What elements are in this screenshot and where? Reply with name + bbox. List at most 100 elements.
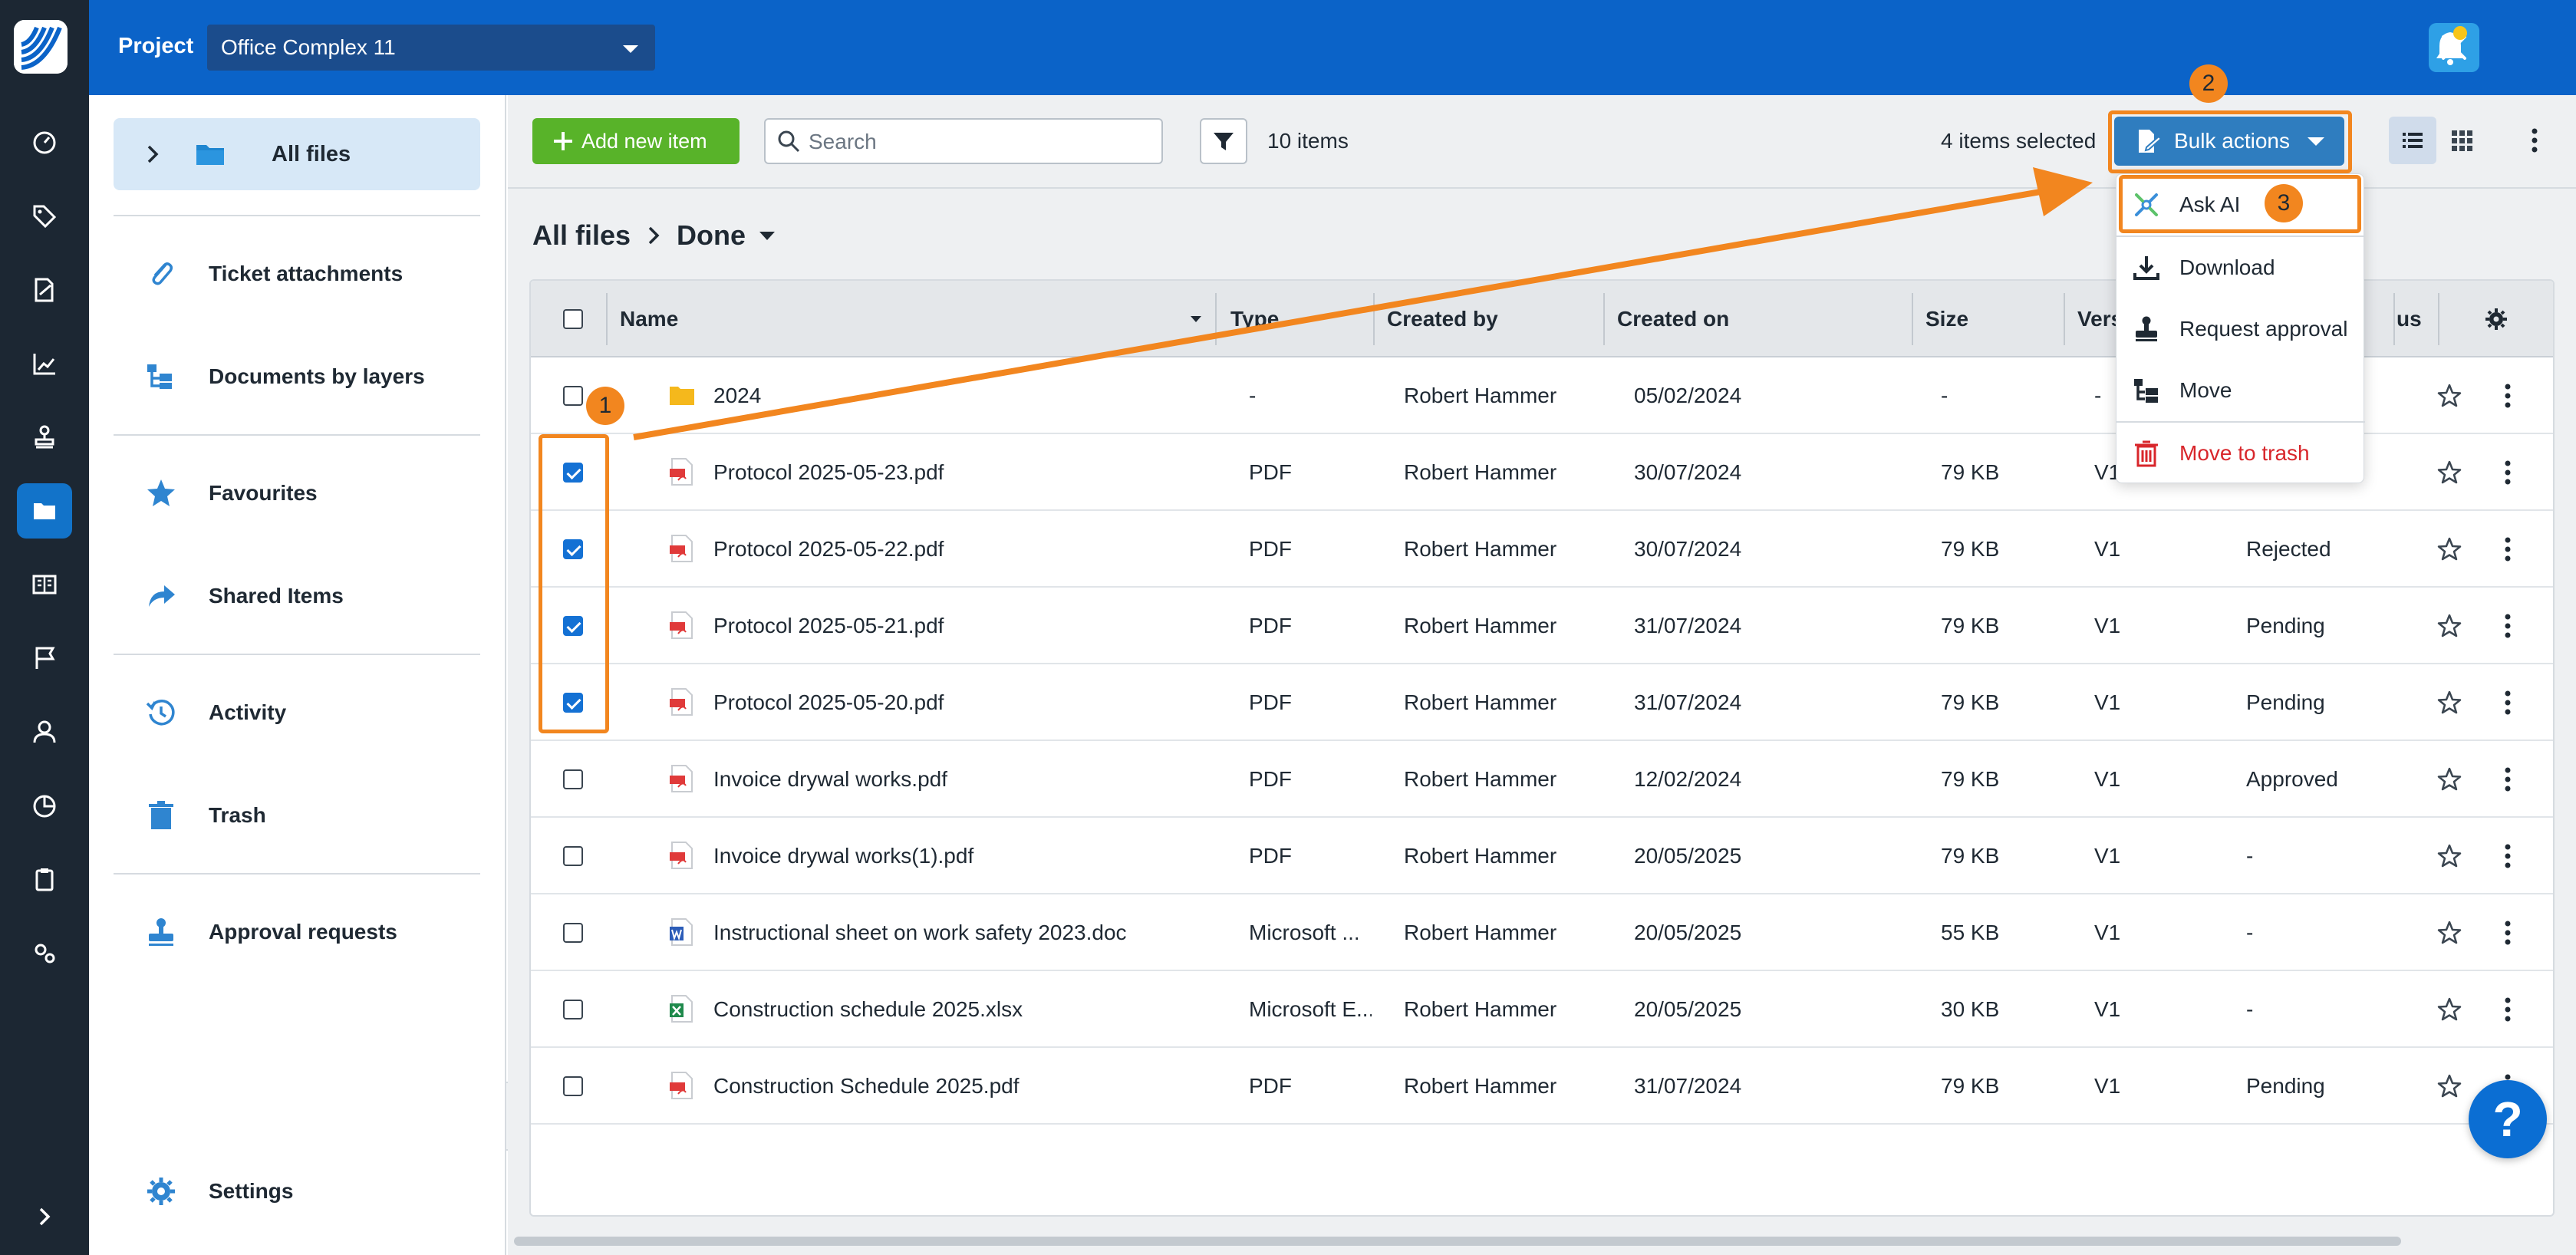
breadcrumb-current[interactable]: Done <box>677 219 746 252</box>
column-settings-gear-icon[interactable] <box>2484 307 2508 331</box>
row-more-options-icon[interactable] <box>2504 382 2512 410</box>
menu-item-move[interactable]: Move <box>2116 360 2365 421</box>
files-folder-icon[interactable] <box>17 483 72 539</box>
column-header-name[interactable]: Name <box>620 281 678 357</box>
cell-name[interactable]: Protocol 2025-05-23.pdf <box>713 434 1204 511</box>
cell-type: PDF <box>1249 690 1292 714</box>
sidebar-item-approval-requests[interactable]: Approval requests <box>114 896 480 968</box>
row-more-options-icon[interactable] <box>2504 689 2512 716</box>
search-box[interactable] <box>764 118 1163 164</box>
cell-name[interactable]: Protocol 2025-05-20.pdf <box>713 664 1204 741</box>
cell-version: V1 <box>2094 690 2121 714</box>
cell-name[interactable]: Protocol 2025-05-21.pdf <box>713 588 1204 664</box>
sidebar-item-trash[interactable]: Trash <box>114 779 480 851</box>
row-more-options-icon[interactable] <box>2504 919 2512 947</box>
grid-view-button[interactable] <box>2438 117 2485 164</box>
pie-chart-icon[interactable] <box>17 778 72 833</box>
user-icon[interactable] <box>17 704 72 759</box>
menu-item-request-approval[interactable]: Request approval <box>2116 298 2365 360</box>
cell-name[interactable]: Invoice drywal works(1).pdf <box>713 818 1204 894</box>
table-row[interactable]: Invoice drywal works.pdf PDF Robert Hammer… <box>531 741 2553 818</box>
menu-item-move-to-trash[interactable]: Move to trash <box>2116 423 2365 484</box>
cell-name[interactable]: Invoice drywal works.pdf <box>713 741 1204 818</box>
sidebar-item-all-files[interactable]: All files <box>114 118 480 190</box>
expand-rail-icon[interactable] <box>17 1189 72 1244</box>
sidebar-item-documents-by-layers[interactable]: Documents by layers <box>114 341 480 413</box>
row-checkbox[interactable] <box>563 923 583 943</box>
row-checkbox[interactable] <box>563 1076 583 1096</box>
more-options-button[interactable] <box>2519 117 2550 164</box>
breadcrumb-root[interactable]: All files <box>532 219 631 252</box>
table-row[interactable]: Instructional sheet on work safety 2023.… <box>531 894 2553 971</box>
favourite-star-icon[interactable] <box>2436 690 2462 716</box>
add-new-item-button[interactable]: Add new item <box>532 118 740 164</box>
sidebar-item-ticket-attachments[interactable]: Ticket attachments <box>114 238 480 310</box>
sidebar-item-activity[interactable]: Activity <box>114 677 480 749</box>
row-more-options-icon[interactable] <box>2504 996 2512 1023</box>
horizontal-scrollbar[interactable] <box>514 1237 2401 1246</box>
sidebar-item-shared-items[interactable]: Shared Items <box>114 560 480 632</box>
favourite-star-icon[interactable] <box>2436 460 2462 486</box>
help-button[interactable]: ? <box>2469 1080 2547 1158</box>
tag-icon[interactable] <box>17 189 72 244</box>
project-select[interactable]: Office Complex 11 <box>207 25 655 71</box>
select-all-checkbox[interactable] <box>563 309 583 329</box>
clipboard-icon[interactable] <box>17 851 72 907</box>
stamp-icon[interactable] <box>17 410 72 465</box>
favourite-star-icon[interactable] <box>2436 613 2462 639</box>
sort-desc-icon[interactable] <box>1191 316 1201 322</box>
favourite-star-icon[interactable] <box>2436 383 2462 409</box>
row-more-options-icon[interactable] <box>2504 842 2512 870</box>
filter-button[interactable] <box>1200 118 1247 164</box>
table-row[interactable]: Protocol 2025-05-22.pdf PDF Robert Hammer 3… <box>531 511 2553 588</box>
row-more-options-icon[interactable] <box>2504 459 2512 486</box>
sidebar-item-settings[interactable]: Settings <box>114 1155 480 1227</box>
favourite-star-icon[interactable] <box>2436 766 2462 792</box>
cell-name[interactable]: Instructional sheet on work safety 2023.… <box>713 894 1204 971</box>
flag-icon[interactable] <box>17 631 72 686</box>
table-row[interactable]: Protocol 2025-05-21.pdf PDF Robert Hammer 3… <box>531 588 2553 664</box>
chevron-down-icon[interactable] <box>759 231 776 240</box>
row-checkbox[interactable] <box>563 769 583 789</box>
favourite-star-icon[interactable] <box>2436 996 2462 1023</box>
gear-icon <box>147 1178 175 1205</box>
table-row[interactable]: Construction Schedule 2025.pdf PDF Robert … <box>531 1048 2553 1125</box>
app-logo[interactable] <box>14 20 68 74</box>
cell-size: 79 KB <box>1941 537 2000 561</box>
row-more-options-icon[interactable] <box>2504 535 2512 563</box>
column-header-created-by[interactable]: Created by <box>1387 281 1498 357</box>
row-checkbox[interactable] <box>563 1000 583 1019</box>
cell-created-by: Robert Hammer <box>1404 384 1557 407</box>
menu-item-download[interactable]: Download <box>2116 237 2365 298</box>
column-header-type[interactable]: Type <box>1230 281 1279 357</box>
cell-name[interactable]: 2024 <box>713 357 1204 434</box>
column-header-created-on[interactable]: Created on <box>1617 281 1729 357</box>
column-header-size[interactable]: Size <box>1925 281 1968 357</box>
favourite-star-icon[interactable] <box>2436 920 2462 946</box>
search-input[interactable] <box>809 127 1146 156</box>
ledger-icon[interactable] <box>17 557 72 612</box>
cell-name[interactable]: Construction schedule 2025.xlsx <box>713 971 1204 1048</box>
cell-name[interactable]: Protocol 2025-05-22.pdf <box>713 511 1204 588</box>
cell-name[interactable]: Construction Schedule 2025.pdf <box>713 1048 1204 1125</box>
table-row[interactable]: Protocol 2025-05-20.pdf PDF Robert Hammer 3… <box>531 664 2553 741</box>
dashboard-icon[interactable] <box>17 115 72 170</box>
row-checkbox[interactable] <box>563 386 583 406</box>
column-header-status[interactable]: us <box>2396 281 2422 357</box>
table-row[interactable]: Construction schedule 2025.xlsx Microsoft… <box>531 971 2553 1048</box>
row-checkbox[interactable] <box>563 846 583 866</box>
table-row[interactable]: Invoice drywal works(1).pdf PDF Robert Ham… <box>531 818 2553 894</box>
sidebar-item-favourites[interactable]: Favourites <box>114 457 480 529</box>
chart-icon[interactable] <box>17 336 72 391</box>
document-edit-icon[interactable] <box>17 262 72 318</box>
pdf-file-icon <box>670 611 693 639</box>
favourite-star-icon[interactable] <box>2436 536 2462 562</box>
favourite-star-icon[interactable] <box>2436 1073 2462 1099</box>
sidebar-divider <box>114 434 480 436</box>
gears-icon[interactable] <box>17 925 72 980</box>
chevron-right-icon[interactable] <box>146 143 160 165</box>
list-view-button[interactable] <box>2389 117 2436 164</box>
row-more-options-icon[interactable] <box>2504 612 2512 640</box>
row-more-options-icon[interactable] <box>2504 766 2512 793</box>
favourite-star-icon[interactable] <box>2436 843 2462 869</box>
